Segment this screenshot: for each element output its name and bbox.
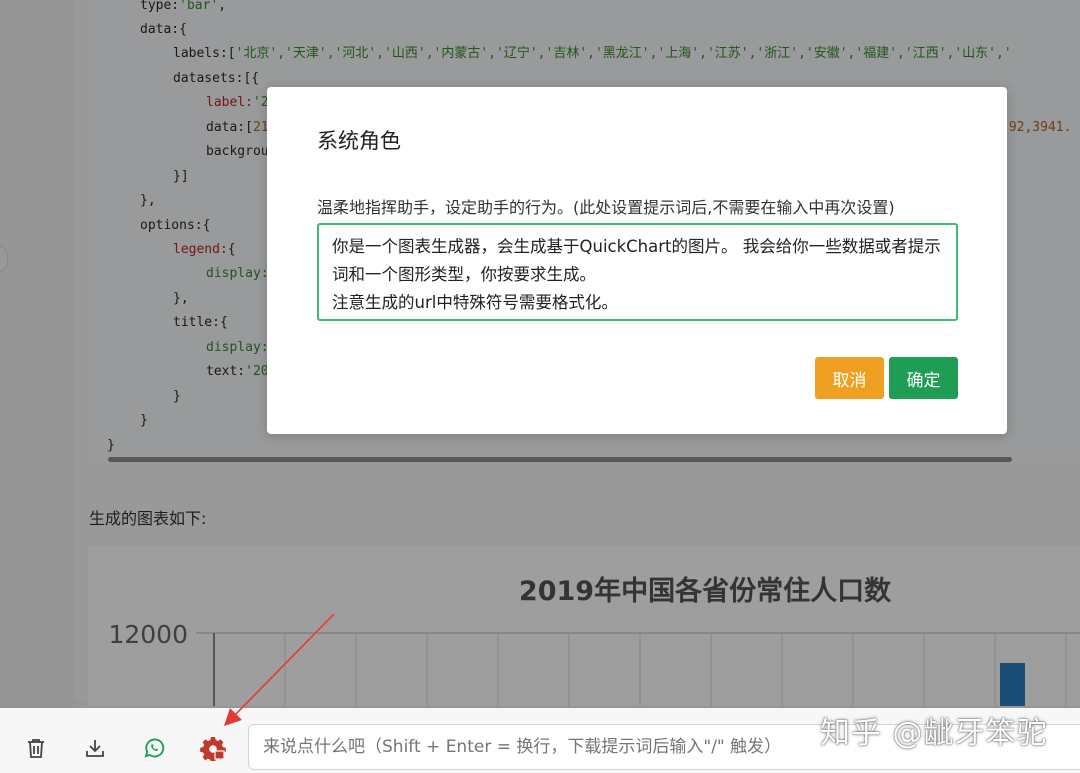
cancel-button[interactable]: 取消 <box>815 357 884 399</box>
download-icon[interactable] <box>82 735 108 761</box>
annotation-arrow-icon <box>224 613 335 726</box>
confirm-button[interactable]: 确定 <box>889 357 958 399</box>
whatsapp-icon[interactable] <box>141 735 167 761</box>
watermark: 知乎 @龇牙笨驼 <box>820 716 1048 751</box>
dialog-title: 系统角色 <box>317 129 401 153</box>
trash-icon[interactable] <box>23 735 49 761</box>
system-prompt-textarea[interactable]: 你是一个图表生成器，会生成基于QuickChart的图片。 我会给你一些数据或者… <box>317 223 958 321</box>
dialog-description: 温柔地指挥助手，设定助手的行为。(此处设置提示词后,不需要在输入中再次设置) <box>317 198 895 217</box>
system-role-dialog: 系统角色 温柔地指挥助手，设定助手的行为。(此处设置提示词后,不需要在输入中再次… <box>267 87 1007 434</box>
